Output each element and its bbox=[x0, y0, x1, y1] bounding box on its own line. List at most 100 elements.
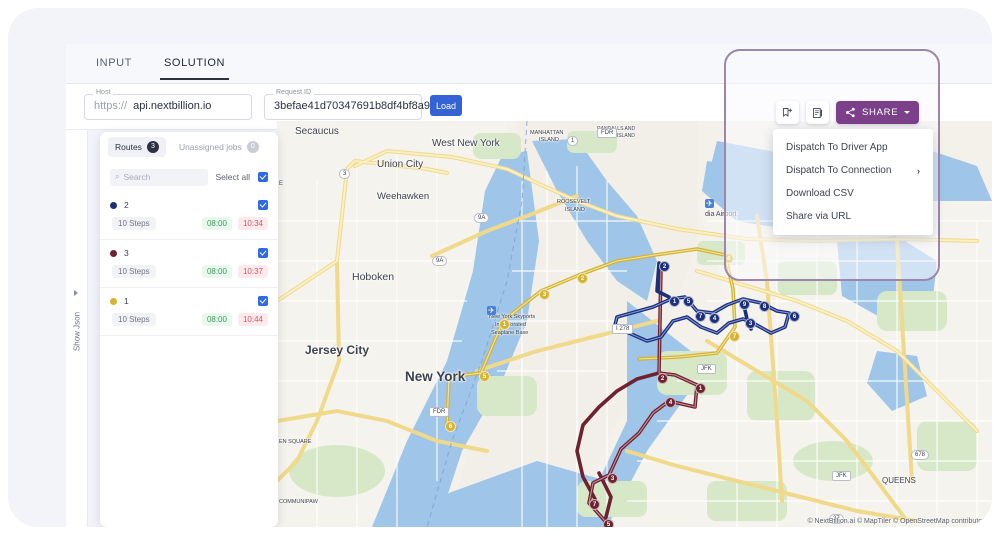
panel-search-row: ⌕ Search Select all bbox=[100, 164, 278, 190]
route-stop-marker[interactable]: 4 bbox=[665, 397, 676, 408]
route-end-time: 10:34 bbox=[237, 217, 268, 230]
route-stop-marker[interactable]: 2 bbox=[657, 373, 668, 384]
panel-tab-label: Unassigned jobs bbox=[178, 142, 242, 152]
map-toolbar: SHARE bbox=[776, 101, 920, 124]
share-menu-item-dispatch-to-driver-app[interactable]: Dispatch To Driver App bbox=[773, 136, 933, 159]
route-stop-marker[interactable]: 1 bbox=[695, 383, 706, 394]
route-stop-marker[interactable]: 4 bbox=[709, 313, 720, 324]
report-list-glyph bbox=[812, 107, 822, 118]
route-stop-marker[interactable]: 3 bbox=[745, 318, 756, 329]
share-menu-item-label: Dispatch To Connection bbox=[786, 165, 892, 176]
tab-list: INPUT SOLUTION bbox=[92, 54, 230, 80]
routes-panel: Routes 3 Unassigned jobs 0 ⌕ Search Select … bbox=[100, 132, 278, 527]
route-list-item[interactable]: 3 10 Steps 08:00 10:37 bbox=[100, 240, 278, 288]
route-stop-marker[interactable]: 5 bbox=[479, 371, 490, 382]
add-bookmark-icon[interactable] bbox=[776, 101, 799, 124]
select-all-checkbox[interactable] bbox=[258, 172, 268, 182]
panel-tab-routes[interactable]: Routes 3 bbox=[108, 137, 166, 157]
host-label: Host bbox=[93, 89, 114, 96]
share-menu-item-label: Dispatch To Driver App bbox=[786, 142, 888, 153]
route-list: 2 10 Steps 08:00 10:34 3 10 Steps 08:00 10:37 1 1… bbox=[100, 192, 278, 336]
route-stop-marker[interactable]: 7 bbox=[589, 499, 600, 510]
route-details: 10 Steps 08:00 10:44 bbox=[110, 313, 268, 326]
chevron-right-icon: › bbox=[917, 165, 920, 176]
share-menu-item-dispatch-to-connection[interactable]: Dispatch To Connection › bbox=[773, 159, 933, 182]
tab-input[interactable]: INPUT bbox=[92, 54, 136, 80]
route-stop-marker[interactable]: 2 bbox=[659, 261, 670, 272]
share-menu-item-share-via-url[interactable]: Share via URL bbox=[773, 205, 933, 228]
route-end-time: 10:44 bbox=[237, 313, 268, 326]
map-road-shield: FDR bbox=[597, 128, 618, 138]
map-road-shield: FDR bbox=[429, 407, 450, 417]
route-details: 10 Steps 08:00 10:34 bbox=[110, 217, 268, 230]
route-stop-marker[interactable]: 6 bbox=[445, 421, 456, 432]
route-color-dot bbox=[110, 201, 117, 209]
route-color-dot bbox=[110, 297, 117, 305]
route-stop-marker[interactable]: 7 bbox=[729, 331, 740, 342]
app-frame: INPUT SOLUTION Host https:// api.nextbill… bbox=[8, 8, 992, 527]
screenshot-root: INPUT SOLUTION Host https:// api.nextbill… bbox=[0, 0, 1000, 535]
route-stop-marker[interactable]: 3 bbox=[539, 289, 550, 300]
route-stop-marker[interactable]: 2 bbox=[577, 273, 588, 284]
route-steps: 10 Steps bbox=[112, 217, 156, 230]
tab-solution[interactable]: SOLUTION bbox=[160, 54, 230, 80]
route-stop-marker[interactable]: 7 bbox=[695, 311, 706, 322]
share-menu-item-download-csv[interactable]: Download CSV bbox=[773, 182, 933, 205]
route-checkbox[interactable] bbox=[258, 200, 268, 210]
route-stop-marker[interactable]: 9 bbox=[739, 299, 750, 310]
route-start-time: 08:00 bbox=[201, 313, 232, 326]
route-checkbox[interactable] bbox=[258, 296, 268, 306]
map-road-shield: 9A bbox=[474, 213, 490, 223]
route-steps: 10 Steps bbox=[112, 265, 156, 278]
route-stop-marker[interactable]: 5 bbox=[683, 296, 694, 307]
search-input[interactable]: ⌕ Search bbox=[110, 168, 208, 186]
share-menu-item-label: Share via URL bbox=[786, 211, 852, 222]
search-placeholder: Search bbox=[123, 172, 151, 182]
route-name: 1 bbox=[124, 296, 129, 306]
host-prefix: https:// bbox=[94, 100, 128, 112]
airport-poi-icon: ✈ bbox=[705, 199, 714, 208]
load-button[interactable]: Load bbox=[430, 95, 462, 116]
share-button-label: SHARE bbox=[862, 107, 899, 118]
route-stop-marker[interactable]: 3 bbox=[607, 473, 618, 484]
route-stop-marker[interactable]: 8 bbox=[759, 301, 770, 312]
search-icon: ⌕ bbox=[115, 172, 120, 181]
route-name: 3 bbox=[124, 248, 129, 258]
map-road-shield: JFK bbox=[832, 471, 851, 481]
expand-caret-icon bbox=[74, 290, 78, 296]
route-stop-marker[interactable]: 5 bbox=[603, 519, 614, 527]
route-stop-marker[interactable]: 1 bbox=[669, 296, 680, 307]
report-list-icon[interactable] bbox=[806, 101, 829, 124]
map-road-shield: JFK bbox=[697, 364, 716, 374]
map-road-shield: I 278 bbox=[612, 324, 634, 334]
show-json-label: Show Json bbox=[72, 311, 82, 352]
route-details: 10 Steps 08:00 10:37 bbox=[110, 265, 268, 278]
route-stop-marker[interactable]: 6 bbox=[789, 311, 800, 322]
panel-tab-label: Routes bbox=[115, 142, 142, 152]
request-id-field[interactable]: Request ID 3befae41d70347691b8df4bf8a9 bbox=[264, 89, 430, 120]
host-value: https:// api.nextbillion.io bbox=[94, 100, 211, 112]
panel-tab-list: Routes 3 Unassigned jobs 0 bbox=[100, 132, 278, 162]
route-start-time: 08:00 bbox=[201, 265, 232, 278]
route-header: 2 bbox=[110, 200, 268, 210]
show-json-rail[interactable]: Show Json bbox=[66, 130, 88, 527]
panel-tab-count-badge: 0 bbox=[246, 141, 259, 153]
route-color-dot bbox=[110, 249, 117, 257]
map-road-shield: 9A bbox=[432, 256, 448, 266]
panel-tab-count-badge: 3 bbox=[146, 141, 159, 153]
share-button[interactable]: SHARE bbox=[836, 101, 920, 124]
route-steps: 10 Steps bbox=[112, 313, 156, 326]
route-checkbox[interactable] bbox=[258, 248, 268, 258]
panel-tab-unassigned-jobs[interactable]: Unassigned jobs 0 bbox=[172, 137, 266, 157]
route-list-item[interactable]: 1 10 Steps 08:00 10:44 bbox=[100, 288, 278, 336]
request-id-value: 3befae41d70347691b8df4bf8a9 bbox=[274, 100, 430, 112]
seaplane-poi-icon: ✈ bbox=[487, 306, 496, 315]
route-list-item[interactable]: 2 10 Steps 08:00 10:34 bbox=[100, 192, 278, 240]
route-header: 3 bbox=[110, 248, 268, 258]
host-host: api.nextbillion.io bbox=[133, 100, 212, 112]
add-bookmark-glyph bbox=[782, 107, 792, 117]
select-all-label: Select all bbox=[215, 172, 251, 182]
host-field[interactable]: Host https:// api.nextbillion.io bbox=[84, 89, 252, 120]
share-dropdown-menu[interactable]: Dispatch To Driver App Dispatch To Connec… bbox=[773, 129, 933, 235]
route-stop-marker[interactable]: 1 bbox=[499, 319, 510, 330]
